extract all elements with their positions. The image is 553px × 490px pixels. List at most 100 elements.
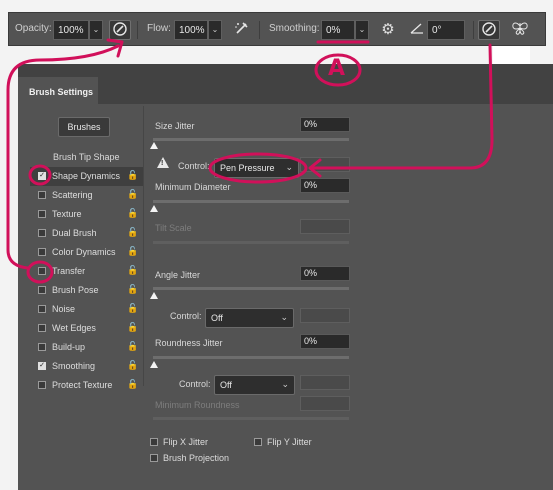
lock-icon[interactable]: 🔓 xyxy=(127,322,138,333)
brush-projection-label: Brush Projection xyxy=(163,453,230,463)
list-item-wet-edges[interactable]: Wet Edges 🔓 xyxy=(30,319,143,338)
checkbox[interactable] xyxy=(150,454,158,462)
list-item-build-up[interactable]: Build-up 🔓 xyxy=(30,338,143,357)
lock-icon[interactable]: 🔓 xyxy=(127,265,138,276)
options-bar: Opacity: 100% ⌄ Flow: 100% ⌄ Smoothing: … xyxy=(8,12,546,46)
chevron-down-icon: ⌄ xyxy=(280,312,288,322)
smoothing-gear-icon[interactable]: ⚙ xyxy=(377,20,399,40)
checkbox[interactable] xyxy=(38,191,46,199)
min-diameter-slider[interactable] xyxy=(153,200,349,203)
options-separator xyxy=(473,21,474,39)
list-item-texture[interactable]: Texture 🔓 xyxy=(30,205,143,224)
lock-icon[interactable]: 🔓 xyxy=(127,208,138,219)
size-jitter-handle[interactable] xyxy=(150,142,158,149)
checkbox[interactable] xyxy=(38,210,46,218)
lock-icon[interactable]: 🔓 xyxy=(127,170,138,181)
angle-jitter-value[interactable]: 0% xyxy=(300,266,350,281)
brush-tip-shape-item[interactable]: Brush Tip Shape xyxy=(53,152,120,162)
size-jitter-slider[interactable] xyxy=(153,138,349,141)
roundness-jitter-handle[interactable] xyxy=(150,361,158,368)
checkbox[interactable] xyxy=(38,381,46,389)
checkbox[interactable] xyxy=(150,438,158,446)
brush-projection-checkbox[interactable]: Brush Projection xyxy=(150,453,270,465)
flip-y-jitter-checkbox[interactable]: Flip Y Jitter xyxy=(254,437,364,449)
tab-brush-settings[interactable]: Brush Settings xyxy=(18,77,98,104)
checkbox[interactable] xyxy=(38,324,46,332)
smoothing-dropdown[interactable]: ⌄ xyxy=(355,20,369,40)
angle-control-select[interactable]: Off ⌄ xyxy=(205,308,294,328)
checkbox-checked[interactable]: ✓ xyxy=(38,362,46,370)
roundness-jitter-value[interactable]: 0% xyxy=(300,334,350,349)
lock-icon[interactable]: 🔓 xyxy=(127,246,138,257)
control-label: Control: xyxy=(178,161,210,171)
list-item-shape-dynamics[interactable]: ✓ Shape Dynamics 🔓 xyxy=(30,167,143,186)
brushes-button[interactable]: Brushes xyxy=(58,117,110,137)
checkbox[interactable] xyxy=(38,229,46,237)
angle-input[interactable]: 0° xyxy=(427,20,465,40)
lock-icon[interactable]: 🔓 xyxy=(127,189,138,200)
flow-input[interactable]: 100% xyxy=(174,20,208,40)
lock-icon[interactable]: 🔓 xyxy=(127,303,138,314)
opacity-dropdown[interactable]: ⌄ xyxy=(89,20,103,40)
brush-settings-list: ✓ Shape Dynamics 🔓 Scattering 🔓 Texture 🔓 Du… xyxy=(30,167,143,395)
smoothing-input[interactable]: 0% xyxy=(321,20,355,40)
checkbox[interactable] xyxy=(38,343,46,351)
list-item-smoothing[interactable]: ✓ Smoothing 🔓 xyxy=(30,357,143,376)
control-select[interactable]: Pen Pressure ⌄ xyxy=(214,158,299,178)
angle-jitter-handle[interactable] xyxy=(150,292,158,299)
checkbox-checked[interactable]: ✓ xyxy=(38,172,46,180)
checkbox[interactable] xyxy=(38,267,46,275)
list-item-label: Dual Brush xyxy=(52,228,97,238)
min-diameter-handle[interactable] xyxy=(150,205,158,212)
min-diameter-label: Minimum Diameter xyxy=(155,182,231,192)
flip-x-label: Flip X Jitter xyxy=(163,437,209,447)
tilt-scale-slider xyxy=(153,241,349,244)
angle-jitter-slider[interactable] xyxy=(153,287,349,290)
list-item-label: Texture xyxy=(52,209,82,219)
lock-icon[interactable]: 🔓 xyxy=(127,227,138,238)
list-item-label: Scattering xyxy=(52,190,93,200)
list-item-brush-pose[interactable]: Brush Pose 🔓 xyxy=(30,281,143,300)
list-item-label: Wet Edges xyxy=(52,323,96,333)
roundness-control-select[interactable]: Off ⌄ xyxy=(214,375,295,395)
options-separator xyxy=(137,21,138,39)
panel-tab-bar: Brush Settings xyxy=(18,64,553,104)
roundness-control-label: Control: xyxy=(179,379,211,389)
angle-jitter-label: Angle Jitter xyxy=(155,270,201,280)
size-jitter-value[interactable]: 0% xyxy=(300,117,350,132)
brush-settings-panel: Brush Settings Brushes Brush Tip Shape ✓… xyxy=(18,64,553,490)
lock-icon[interactable]: 🔓 xyxy=(127,284,138,295)
chevron-down-icon: ⌄ xyxy=(285,162,293,172)
checkbox[interactable] xyxy=(254,438,262,446)
list-item-color-dynamics[interactable]: Color Dynamics 🔓 xyxy=(30,243,143,262)
angle-control-value: Off xyxy=(211,313,223,323)
list-item-label: Transfer xyxy=(52,266,86,276)
symmetry-butterfly-icon[interactable] xyxy=(509,20,531,40)
list-item-protect-texture[interactable]: Protect Texture 🔓 xyxy=(30,376,143,395)
lock-icon[interactable]: 🔓 xyxy=(127,360,138,371)
angle-control-extra-field xyxy=(300,308,350,323)
list-item-scattering[interactable]: Scattering 🔓 xyxy=(30,186,143,205)
roundness-control-value: Off xyxy=(220,380,232,390)
airbrush-icon[interactable] xyxy=(231,20,253,40)
roundness-jitter-slider[interactable] xyxy=(153,356,349,359)
angle-control-label: Control: xyxy=(170,311,202,321)
list-item-noise[interactable]: Noise 🔓 xyxy=(30,300,143,319)
lock-icon[interactable]: 🔓 xyxy=(127,379,138,390)
list-item-dual-brush[interactable]: Dual Brush 🔓 xyxy=(30,224,143,243)
checkbox[interactable] xyxy=(38,305,46,313)
flow-dropdown[interactable]: ⌄ xyxy=(208,20,222,40)
pressure-size-icon[interactable] xyxy=(478,20,500,40)
min-roundness-label: Minimum Roundness xyxy=(155,400,240,410)
options-separator xyxy=(259,21,260,39)
min-diameter-value[interactable]: 0% xyxy=(300,178,350,193)
checkbox[interactable] xyxy=(38,286,46,294)
lock-icon[interactable]: 🔓 xyxy=(127,341,138,352)
pressure-opacity-icon[interactable] xyxy=(109,20,131,40)
flip-x-jitter-checkbox[interactable]: Flip X Jitter xyxy=(150,437,260,449)
opacity-input[interactable]: 100% xyxy=(53,20,89,40)
list-item-transfer[interactable]: Transfer 🔓 xyxy=(30,262,143,281)
checkbox[interactable] xyxy=(38,248,46,256)
roundness-control-extra-field xyxy=(300,375,350,390)
panel-divider xyxy=(143,106,144,386)
